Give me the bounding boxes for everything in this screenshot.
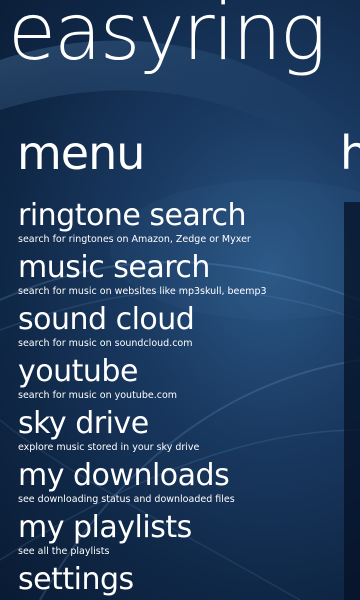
app-screen: easyring menu h ringtone search search f… (0, 0, 360, 600)
menu-item-description: explore music stored in your sky drive (18, 442, 200, 453)
menu-item-description: search for ringtones on Amazon, Zedge or… (18, 234, 251, 245)
menu-item-label: ringtone search (18, 198, 247, 233)
menu-item-label: sky drive (18, 406, 149, 441)
menu-item-description: see all the playlists (18, 546, 110, 557)
menu-item-description: search for music on soundcloud.com (18, 338, 193, 349)
menu-item-music-search[interactable]: music search search for music on website… (18, 252, 348, 304)
menu-item-youtube[interactable]: youtube search for music on youtube.com (18, 356, 348, 408)
menu-item-settings[interactable]: settings (18, 564, 348, 600)
menu-item-sound-cloud[interactable]: sound cloud search for music on soundclo… (18, 304, 348, 356)
pivot-header-menu[interactable]: menu (17, 130, 145, 176)
menu-item-description: see downloading status and downloaded fi… (18, 494, 235, 505)
menu-item-my-playlists[interactable]: my playlists see all the playlists (18, 512, 348, 564)
menu-item-sky-drive[interactable]: sky drive explore music stored in your s… (18, 408, 348, 460)
menu-item-my-downloads[interactable]: my downloads see downloading status and … (18, 460, 348, 512)
menu-item-description: search for music on youtube.com (18, 390, 178, 401)
menu-item-ringtone-search[interactable]: ringtone search search for ringtones on … (18, 200, 348, 252)
app-title: easyring (8, 0, 327, 78)
menu-item-label: my downloads (18, 458, 230, 493)
menu-item-label: music search (18, 250, 210, 285)
menu-item-label: youtube (18, 354, 138, 389)
menu-item-label: sound cloud (18, 302, 195, 337)
pivot-header-next-peek[interactable]: h (340, 130, 360, 176)
menu-item-label: settings (18, 562, 134, 597)
menu-item-label: my playlists (18, 510, 192, 545)
menu-item-description: search for music on websites like mp3sku… (18, 286, 267, 297)
menu-list: ringtone search search for ringtones on … (18, 200, 348, 600)
